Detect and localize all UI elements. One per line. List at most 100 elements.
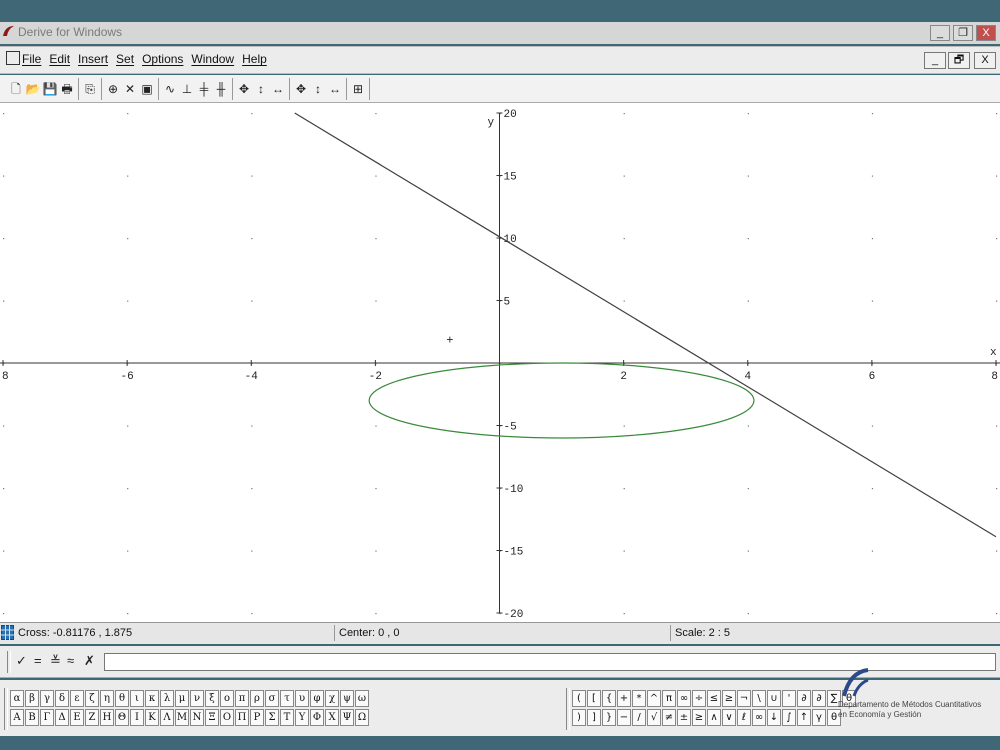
symbol-key-a-2[interactable]: {	[602, 690, 616, 707]
greek-lower-key-18[interactable]: τ	[280, 690, 294, 707]
greek-upper-key-8[interactable]: Ι	[130, 709, 144, 726]
greek-upper-key-14[interactable]: Ο	[220, 709, 234, 726]
greek-lower-key-12[interactable]: ν	[190, 690, 204, 707]
greek-upper-key-22[interactable]: Ψ	[340, 709, 354, 726]
symbol-key-a-14[interactable]: '	[782, 690, 796, 707]
symbol-key-b-7[interactable]: ±	[677, 709, 691, 726]
symbol-key-a-13[interactable]: ∪	[767, 690, 781, 707]
greek-lower-key-19[interactable]: υ	[295, 690, 309, 707]
greek-upper-key-12[interactable]: Ν	[190, 709, 204, 726]
greek-upper-key-4[interactable]: Ε	[70, 709, 84, 726]
child-restore-button[interactable]: 🗗	[948, 52, 970, 69]
author-simplify-button[interactable]: ≚	[50, 653, 61, 669]
greek-lower-key-3[interactable]: δ	[55, 690, 69, 707]
greek-lower-key-21[interactable]: χ	[325, 690, 339, 707]
zoom-vertical-button[interactable]: ↕	[253, 79, 269, 99]
greek-upper-key-15[interactable]: Π	[235, 709, 249, 726]
zoom-out-both-button[interactable]: ✥	[293, 79, 309, 99]
greek-lower-key-17[interactable]: σ	[265, 690, 279, 707]
greek-lower-key-11[interactable]: μ	[175, 690, 189, 707]
zoom-both-button[interactable]: ✥	[236, 79, 252, 99]
symbol-key-b-10[interactable]: ∨	[722, 709, 736, 726]
greek-lower-key-7[interactable]: θ	[115, 690, 129, 707]
greek-upper-key-19[interactable]: Υ	[295, 709, 309, 726]
symbol-key-a-4[interactable]: *	[632, 690, 646, 707]
simplify-button[interactable]: =	[34, 653, 42, 668]
greek-upper-key-0[interactable]: Α	[10, 709, 24, 726]
symbol-key-a-7[interactable]: ∞	[677, 690, 691, 707]
menu-help[interactable]: Help	[242, 52, 267, 66]
set-cross-button[interactable]: ⊥	[179, 79, 195, 99]
symbol-key-a-9[interactable]: ≤	[707, 690, 721, 707]
greek-upper-key-20[interactable]: Φ	[310, 709, 324, 726]
menu-set[interactable]: Set	[116, 52, 134, 66]
greek-upper-key-9[interactable]: Κ	[145, 709, 159, 726]
greek-lower-key-2[interactable]: γ	[40, 690, 54, 707]
document-window-icon[interactable]	[6, 51, 20, 65]
greek-upper-key-3[interactable]: Δ	[55, 709, 69, 726]
window-restore-button[interactable]: ❐	[953, 25, 973, 41]
menu-edit[interactable]: Edit	[49, 52, 70, 66]
options-button[interactable]: ⊞	[350, 79, 366, 99]
symbol-key-b-14[interactable]: ∫	[782, 709, 796, 726]
zoom-horizontal-button[interactable]: ↔	[270, 79, 286, 99]
symbol-key-b-6[interactable]: ≠	[662, 709, 676, 726]
greek-upper-key-2[interactable]: Γ	[40, 709, 54, 726]
menu-insert[interactable]: Insert	[78, 52, 108, 66]
window-button[interactable]: ▣	[139, 79, 155, 99]
symbol-key-b-15[interactable]: ↑	[797, 709, 811, 726]
trace-button[interactable]: ╫	[213, 79, 229, 99]
greek-upper-key-1[interactable]: Β	[25, 709, 39, 726]
greek-lower-key-14[interactable]: ο	[220, 690, 234, 707]
symbol-key-a-3[interactable]: +	[617, 690, 631, 707]
symbol-key-b-3[interactable]: −	[617, 709, 631, 726]
greek-upper-key-11[interactable]: Μ	[175, 709, 189, 726]
symbol-key-a-12[interactable]: \	[752, 690, 766, 707]
symbol-key-b-4[interactable]: /	[632, 709, 646, 726]
greek-lower-key-20[interactable]: φ	[310, 690, 324, 707]
greek-lower-key-6[interactable]: η	[100, 690, 114, 707]
greek-lower-key-4[interactable]: ε	[70, 690, 84, 707]
symbol-key-a-0[interactable]: (	[572, 690, 586, 707]
author-button[interactable]: ✓	[16, 653, 27, 669]
plot-expression-button[interactable]: ∿	[162, 79, 178, 99]
greek-lower-key-16[interactable]: ρ	[250, 690, 264, 707]
greek-upper-key-7[interactable]: Θ	[115, 709, 129, 726]
greek-lower-key-9[interactable]: κ	[145, 690, 159, 707]
symbol-key-b-8[interactable]: ≥	[692, 709, 706, 726]
cancel-button[interactable]: ✗	[84, 653, 95, 669]
menu-options[interactable]: Options	[142, 52, 183, 66]
greek-upper-key-13[interactable]: Ξ	[205, 709, 219, 726]
greek-upper-key-23[interactable]: Ω	[355, 709, 369, 726]
greek-lower-key-5[interactable]: ζ	[85, 690, 99, 707]
print-button[interactable]: 🖶	[59, 79, 75, 99]
greek-lower-key-15[interactable]: π	[235, 690, 249, 707]
plot-window[interactable]: 8 -6 -4 -2 2 4 6 8 20 15 10 5 -5 -10 -15 -20 x y +	[0, 103, 1000, 622]
center-button[interactable]: ╪	[196, 79, 212, 99]
symbol-key-a-1[interactable]: [	[587, 690, 601, 707]
symbol-key-b-16[interactable]: γ	[812, 709, 826, 726]
greek-upper-key-10[interactable]: Λ	[160, 709, 174, 726]
menu-file[interactable]: File	[22, 52, 41, 66]
greek-lower-key-23[interactable]: ω	[355, 690, 369, 707]
greek-upper-key-21[interactable]: Χ	[325, 709, 339, 726]
plot-button[interactable]: ⊕	[105, 79, 121, 99]
symbol-key-b-2[interactable]: }	[602, 709, 616, 726]
save-file-button[interactable]: 💾	[42, 79, 58, 99]
child-minimize-button[interactable]: _	[924, 52, 946, 69]
symbol-key-a-6[interactable]: π	[662, 690, 676, 707]
zoom-out-horizontal-button[interactable]: ↔	[327, 79, 343, 99]
open-file-button[interactable]: 📂	[25, 79, 41, 99]
symbol-key-a-10[interactable]: ≥	[722, 690, 736, 707]
greek-lower-key-22[interactable]: ψ	[340, 690, 354, 707]
greek-upper-key-5[interactable]: Ζ	[85, 709, 99, 726]
symbol-key-b-9[interactable]: ∧	[707, 709, 721, 726]
greek-lower-key-1[interactable]: β	[25, 690, 39, 707]
zoom-out-vertical-button[interactable]: ↕	[310, 79, 326, 99]
greek-upper-key-16[interactable]: Ρ	[250, 709, 264, 726]
symbol-key-b-13[interactable]: ↓	[767, 709, 781, 726]
symbol-key-a-5[interactable]: ^	[647, 690, 661, 707]
child-close-button[interactable]: X	[974, 52, 996, 69]
symbol-key-a-11[interactable]: ¬	[737, 690, 751, 707]
greek-upper-key-6[interactable]: Η	[100, 709, 114, 726]
